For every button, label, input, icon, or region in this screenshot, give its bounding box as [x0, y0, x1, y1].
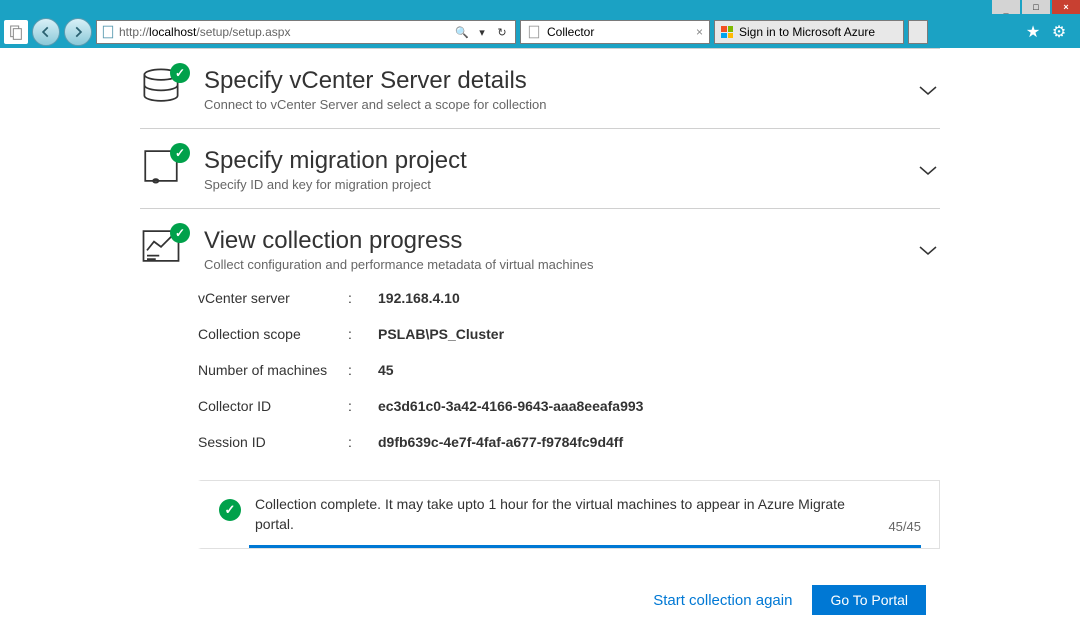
chevron-down-icon [916, 159, 940, 183]
detail-label: Session ID [198, 434, 348, 450]
window-close-button[interactable]: × [1052, 0, 1080, 14]
back-button[interactable] [32, 18, 60, 46]
favorites-icon[interactable]: ★ [1024, 23, 1042, 41]
detail-value: d9fb639c-4e7f-4faf-a677-f9784fc9d4ff [378, 434, 623, 450]
settings-gear-icon[interactable]: ⚙ [1050, 23, 1068, 41]
database-icon: ✓ [140, 67, 186, 107]
tab-azure-signin[interactable]: Sign in to Microsoft Azure [714, 20, 904, 44]
detail-label: Collector ID [198, 398, 348, 414]
step-vcenter-details[interactable]: ✓ Specify vCenter Server details Connect… [140, 49, 940, 129]
tab-label: Collector [547, 25, 594, 39]
progress-bar [249, 545, 921, 548]
app-icon [4, 20, 28, 44]
window-controls: _ □ × [992, 0, 1080, 14]
page-content: ✓ Specify vCenter Server details Connect… [0, 48, 1080, 635]
detail-row-collector-id: Collector ID : ec3d61c0-3a42-4166-9643-a… [198, 388, 940, 424]
detail-row-session-id: Session ID : d9fb639c-4e7f-4faf-a677-f97… [198, 424, 940, 460]
detail-label: vCenter server [198, 290, 348, 306]
collection-details: vCenter server : 192.168.4.10 Collection… [140, 280, 940, 460]
detail-label: Number of machines [198, 362, 348, 378]
detail-row-scope: Collection scope : PSLAB\PS_Cluster [198, 316, 940, 352]
step-title: View collection progress [204, 227, 898, 255]
window-maximize-button[interactable]: □ [1022, 0, 1050, 14]
search-icon[interactable]: 🔍 [453, 23, 471, 41]
page-icon [101, 25, 115, 39]
step-title: Specify vCenter Server details [204, 67, 898, 95]
tab-close-icon[interactable]: × [696, 25, 703, 39]
new-tab-button[interactable] [908, 20, 928, 44]
detail-value: 45 [378, 362, 394, 378]
dropdown-icon[interactable]: ▾ [473, 23, 491, 41]
status-message: Collection complete. It may take upto 1 … [255, 495, 874, 534]
status-count: 45/45 [888, 519, 921, 534]
chevron-down-icon [916, 239, 940, 263]
detail-row-machines: Number of machines : 45 [198, 352, 940, 388]
tab-favicon-icon [527, 25, 541, 39]
check-icon: ✓ [170, 63, 190, 83]
browser-chrome: http://localhost/setup/setup.aspx 🔍 ▾ ↻ … [0, 16, 1080, 48]
success-check-icon: ✓ [219, 499, 241, 521]
detail-value: 192.168.4.10 [378, 290, 460, 306]
step-subtitle: Specify ID and key for migration project [204, 177, 898, 192]
check-icon: ✓ [170, 143, 190, 163]
chart-icon: ✓ [140, 227, 186, 267]
chevron-down-icon [916, 79, 940, 103]
window-minimize-button[interactable]: _ [992, 0, 1020, 14]
step-subtitle: Collect configuration and performance me… [204, 257, 898, 272]
status-message-box: ✓ Collection complete. It may take upto … [198, 480, 940, 549]
microsoft-logo-icon [721, 26, 733, 38]
refresh-icon[interactable]: ↻ [493, 23, 511, 41]
step-title: Specify migration project [204, 147, 898, 175]
window-titlebar: _ □ × [0, 0, 1080, 16]
start-collection-again-link[interactable]: Start collection again [653, 592, 792, 609]
tab-label: Sign in to Microsoft Azure [739, 25, 875, 39]
go-to-portal-button[interactable]: Go To Portal [812, 585, 926, 615]
detail-value: ec3d61c0-3a42-4166-9643-aaa8eeafa993 [378, 398, 643, 414]
detail-label: Collection scope [198, 326, 348, 342]
step-collection-progress[interactable]: ✓ View collection progress Collect confi… [140, 209, 940, 280]
url-bar[interactable]: http://localhost/setup/setup.aspx 🔍 ▾ ↻ [96, 20, 516, 44]
detail-value: PSLAB\PS_Cluster [378, 326, 504, 342]
tab-collector[interactable]: Collector × [520, 20, 710, 44]
detail-row-vcenter: vCenter server : 192.168.4.10 [198, 280, 940, 316]
step-subtitle: Connect to vCenter Server and select a s… [204, 97, 898, 112]
url-text: http://localhost/setup/setup.aspx [119, 25, 453, 39]
floppy-icon: ✓ [140, 147, 186, 187]
step-migration-project[interactable]: ✓ Specify migration project Specify ID a… [140, 129, 940, 209]
action-bar: Start collection again Go To Portal [140, 559, 940, 629]
check-icon: ✓ [170, 223, 190, 243]
forward-button[interactable] [64, 18, 92, 46]
